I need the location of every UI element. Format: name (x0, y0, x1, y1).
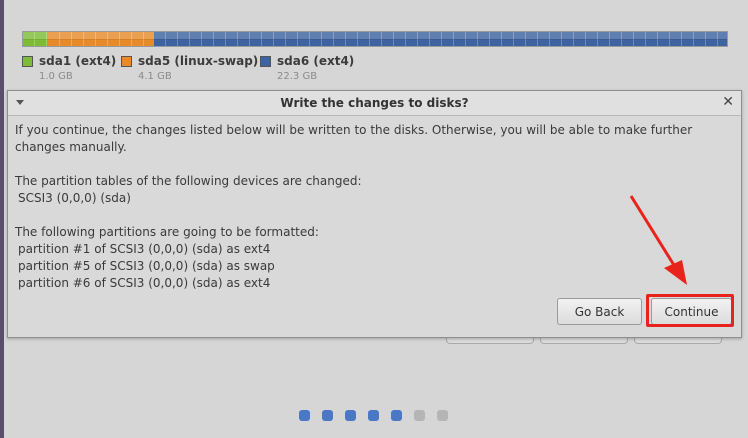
installer-progress-dots (299, 410, 448, 421)
arrow-head (664, 260, 687, 285)
progress-dot (322, 410, 333, 421)
annotation-arrow (629, 195, 687, 285)
progress-dot (345, 410, 356, 421)
progress-dot (414, 410, 425, 421)
progress-dot (299, 410, 310, 421)
progress-dot (437, 410, 448, 421)
arrow-shaft (629, 195, 679, 271)
progress-dot (368, 410, 379, 421)
progress-dot (391, 410, 402, 421)
